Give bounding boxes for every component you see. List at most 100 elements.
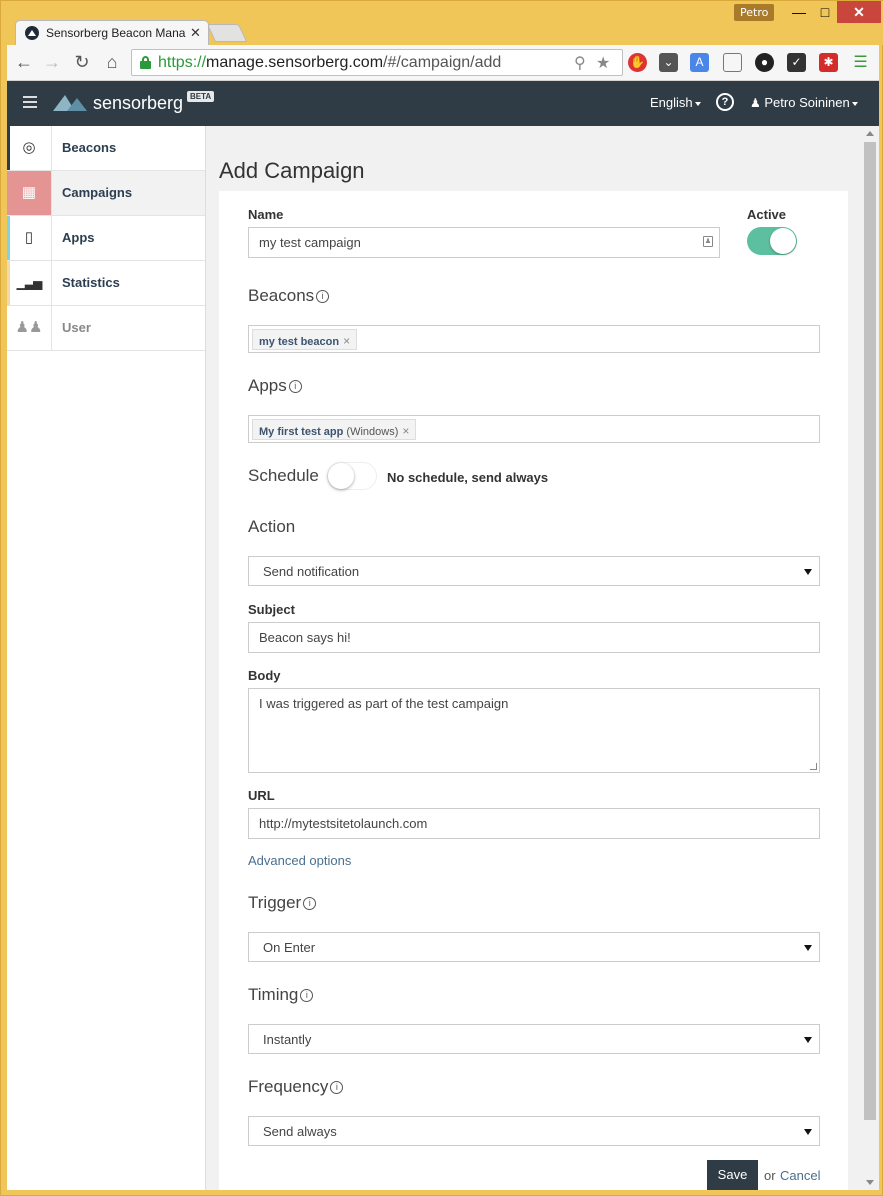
caret-down-icon	[694, 101, 701, 106]
browser-tab[interactable]: Sensorberg Beacon Mana ✕	[15, 20, 209, 46]
title-bar: Petro — □ ✕ Sensorberg Beacon Mana ✕	[1, 1, 883, 46]
back-arrow-icon[interactable]: ←	[13, 52, 35, 72]
lock-icon	[140, 56, 151, 69]
schedule-toggle[interactable]	[327, 462, 377, 490]
active-toggle[interactable]	[747, 227, 797, 255]
body-label: Body	[248, 668, 281, 683]
trigger-select[interactable]: On Enter	[248, 932, 820, 962]
beacons-heading: Beacons i	[248, 286, 330, 306]
frequency-heading: Frequency i	[248, 1077, 344, 1097]
maximize-button[interactable]: □	[811, 1, 839, 23]
active-label: Active	[747, 207, 787, 222]
select-arrow-icon	[804, 1129, 812, 1135]
page-scrollbar[interactable]	[861, 126, 879, 1190]
campaign-form: Name my test campaign ♟ Active Beacons i …	[219, 191, 848, 1190]
url-text: https://manage.sensorberg.com/#/campaign…	[158, 54, 502, 71]
or-text: or	[764, 1168, 776, 1183]
tab-title: Sensorberg Beacon Mana	[46, 26, 186, 40]
lastpass-extension-icon[interactable]: ✱	[819, 53, 838, 72]
select-arrow-icon	[804, 945, 812, 951]
cast-icon[interactable]	[723, 53, 742, 72]
calendar-icon: ▦	[7, 171, 52, 215]
frequency-select[interactable]: Send always	[248, 1116, 820, 1146]
scroll-up-arrow-icon[interactable]	[866, 131, 874, 136]
body-textarea[interactable]: I was triggered as part of the test camp…	[248, 688, 820, 773]
info-icon[interactable]: i	[300, 989, 314, 1002]
app-tag: My first test app (Windows) ×	[252, 419, 417, 440]
trigger-heading: Trigger i	[248, 893, 317, 913]
caret-down-icon	[851, 101, 858, 106]
resize-handle-icon[interactable]	[810, 763, 817, 770]
remove-tag-icon[interactable]: ×	[402, 424, 409, 438]
sidebar-item-apps[interactable]: ▯ Apps	[7, 216, 205, 261]
apps-tag-input[interactable]: My first test app (Windows) ×	[248, 415, 820, 443]
url-input[interactable]: http://mytestsitetolaunch.com	[248, 808, 820, 839]
home-icon[interactable]: ⌂	[101, 52, 123, 72]
info-icon[interactable]: i	[330, 1081, 344, 1094]
beacons-tag-input[interactable]: my test beacon ×	[248, 325, 820, 353]
subject-input[interactable]: Beacon says hi!	[248, 622, 820, 653]
scroll-down-arrow-icon[interactable]	[866, 1180, 874, 1185]
select-arrow-icon	[804, 1037, 812, 1043]
apps-heading: Apps i	[248, 376, 302, 396]
translate-extension-icon[interactable]: A	[690, 53, 709, 72]
users-icon: ♟♟	[7, 306, 52, 350]
search-icon[interactable]: ⚲	[574, 53, 586, 73]
reload-icon[interactable]: ↻	[71, 52, 93, 72]
browser-window: Petro — □ ✕ Sensorberg Beacon Mana ✕ ← →…	[0, 0, 883, 1196]
advanced-options-link[interactable]: Advanced options	[248, 853, 351, 868]
target-icon: ◎	[7, 126, 52, 170]
color-picker-extension-icon[interactable]: ●	[755, 53, 774, 72]
help-icon[interactable]: ?	[716, 93, 734, 111]
name-input[interactable]: my test campaign ♟	[248, 227, 720, 258]
hamburger-menu-icon[interactable]	[23, 96, 37, 108]
tab-close-icon[interactable]: ✕	[190, 25, 201, 41]
sidebar-item-user[interactable]: ♟♟ User	[7, 306, 205, 351]
save-button[interactable]: Save	[707, 1160, 758, 1190]
user-icon: ♟	[750, 96, 761, 110]
contact-card-icon: ♟	[703, 236, 713, 247]
schedule-status: No schedule, send always	[387, 470, 549, 485]
close-window-button[interactable]: ✕	[837, 1, 881, 23]
phone-icon: ▯	[7, 216, 52, 260]
bookmark-star-icon[interactable]: ★	[596, 53, 610, 73]
address-bar[interactable]: https://manage.sensorberg.com/#/campaign…	[131, 49, 623, 76]
new-tab-button[interactable]	[206, 24, 248, 42]
name-label: Name	[248, 207, 284, 222]
sidebar-item-beacons[interactable]: ◎ Beacons	[7, 126, 205, 171]
stop-hand-extension-icon[interactable]: ✋	[628, 53, 647, 72]
timing-heading: Timing i	[248, 985, 314, 1005]
action-select[interactable]: Send notification	[248, 556, 820, 586]
sidebar: ◎ Beacons ▦ Campaigns ▯ Apps ▁▃▅ Statist…	[7, 126, 206, 1190]
os-user-badge: Petro	[734, 4, 775, 21]
minimize-button[interactable]: —	[785, 1, 813, 23]
menu-icon[interactable]: ☰	[851, 53, 870, 72]
schedule-heading: Schedule	[248, 466, 319, 485]
select-arrow-icon	[804, 569, 812, 575]
cancel-link[interactable]: Cancel	[780, 1168, 820, 1183]
remove-tag-icon[interactable]: ×	[343, 334, 350, 348]
sensorberg-logo-icon	[53, 95, 87, 111]
bar-chart-icon: ▁▃▅	[7, 261, 52, 305]
info-icon[interactable]: i	[303, 897, 317, 910]
timing-select[interactable]: Instantly	[248, 1024, 820, 1054]
info-icon[interactable]: i	[316, 290, 330, 303]
pocket-extension-icon[interactable]: ⌄	[659, 53, 678, 72]
sensorberg-favicon-icon	[25, 26, 39, 40]
app-navbar: sensorberg BETA English ? ♟ Petro Soinin…	[7, 81, 879, 126]
forward-arrow-icon[interactable]: →	[41, 52, 63, 72]
beta-badge: BETA	[187, 91, 215, 102]
checklist-extension-icon[interactable]: ✓	[787, 53, 806, 72]
action-heading: Action	[248, 517, 296, 536]
brand-name[interactable]: sensorberg	[93, 93, 183, 114]
subject-label: Subject	[248, 602, 295, 617]
user-dropdown[interactable]: ♟ Petro Soininen	[750, 95, 858, 110]
sidebar-item-campaigns[interactable]: ▦ Campaigns	[7, 171, 205, 216]
page-title: Add Campaign	[219, 158, 365, 183]
scrollbar-thumb[interactable]	[864, 142, 876, 1120]
sidebar-item-statistics[interactable]: ▁▃▅ Statistics	[7, 261, 205, 306]
language-dropdown[interactable]: English	[650, 95, 701, 110]
browser-toolbar: ← → ↻ ⌂ https://manage.sensorberg.com/#/…	[7, 45, 879, 81]
main-content: Add Campaign Name my test campaign ♟ Act…	[206, 126, 861, 1190]
info-icon[interactable]: i	[288, 380, 302, 393]
